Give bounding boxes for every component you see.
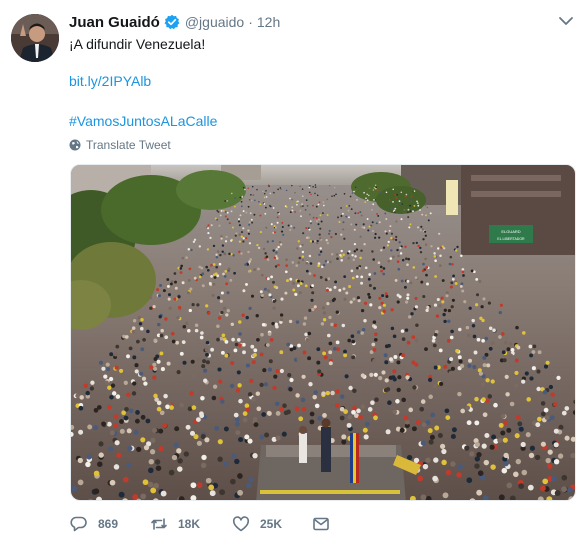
separator-dot: · (248, 14, 253, 30)
reply-count: 869 (98, 517, 119, 531)
globe-icon (69, 139, 81, 151)
translate-label: Translate Tweet (86, 138, 171, 152)
tweet-image[interactable]: ELGUARD EL LIBERTADOR (70, 164, 576, 501)
reply-icon (70, 516, 87, 532)
like-count: 25K (260, 517, 283, 531)
translate-tweet-button[interactable]: Translate Tweet (69, 138, 171, 152)
message-icon (313, 517, 329, 531)
tweet-timestamp[interactable]: 12h (257, 14, 280, 30)
tweet-header: Juan Guaidó @jguaido · 12h (69, 12, 280, 32)
retweet-icon (151, 518, 167, 530)
reply-button[interactable]: 869 (70, 515, 118, 533)
sign-text-2: EL LIBERTADOR (497, 237, 525, 241)
direct-message-button[interactable] (312, 515, 340, 533)
like-icon (232, 516, 250, 532)
retweet-count: 18K (178, 517, 201, 531)
tweet-link[interactable]: bit.ly/2IPYAlb (69, 72, 151, 90)
verified-badge-icon (164, 14, 180, 30)
like-button[interactable]: 25K (232, 515, 282, 533)
sign-text-1: ELGUARD (501, 229, 520, 234)
caret-down-icon[interactable] (558, 14, 574, 26)
author-name[interactable]: Juan Guaidó (69, 14, 160, 31)
tweet-card[interactable]: Juan Guaidó @jguaido · 12h ¡A difundir V… (0, 0, 586, 545)
hashtag-link[interactable]: #VamosJuntosALaCalle (69, 112, 217, 130)
retweet-button[interactable]: 18K (150, 515, 200, 533)
tweet-text: ¡A difundir Venezuela! (69, 36, 206, 52)
author-handle[interactable]: @jguaido (185, 14, 244, 30)
avatar[interactable] (11, 14, 59, 62)
